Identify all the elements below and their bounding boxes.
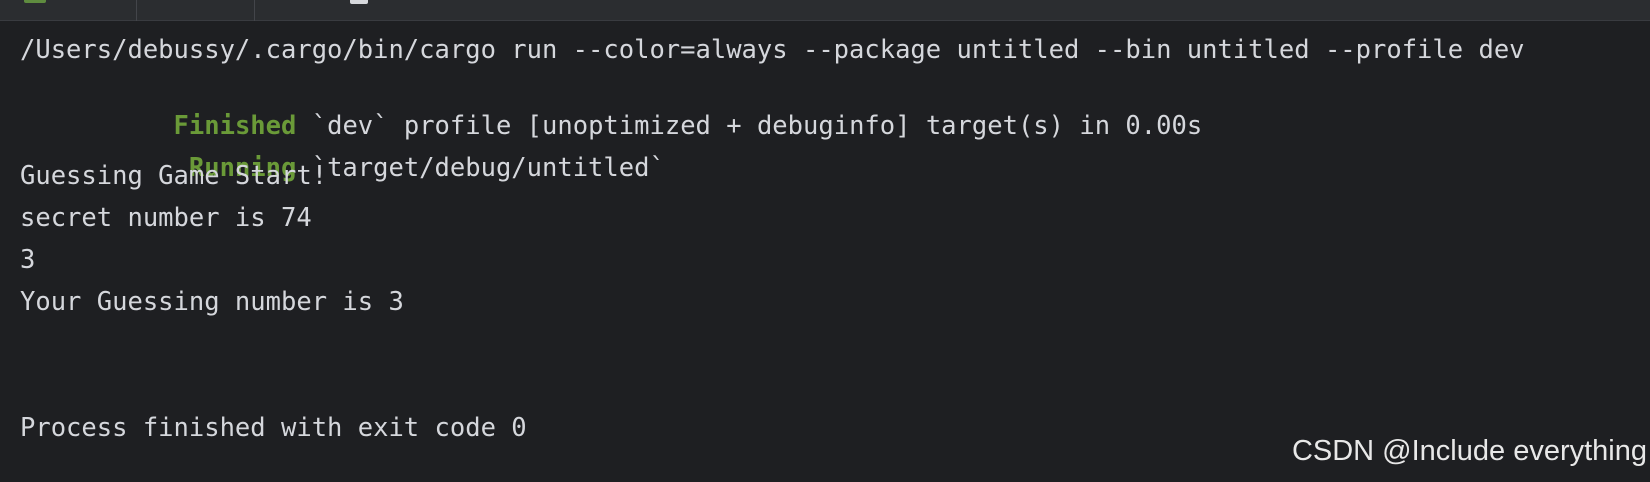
output-line: secret number is 74: [20, 203, 312, 233]
finished-line: Finished `dev` profile [unoptimized + de…: [20, 75, 1203, 141]
secondary-tab[interactable]: [137, 0, 368, 21]
command-line: /Users/debussy/.cargo/bin/cargo run --co…: [20, 35, 1525, 65]
output-line: Your Guessing number is 3: [20, 287, 404, 317]
csdn-watermark: CSDN @Include everything: [1291, 435, 1647, 467]
output-line: Guessing Game Start!: [20, 161, 328, 191]
console-output[interactable]: /Users/debussy/.cargo/bin/cargo run --co…: [0, 22, 1650, 482]
run-tab[interactable]: [0, 0, 137, 21]
run-tab-indicator: [24, 0, 46, 3]
running-line: Running `target/debug/untitled`: [20, 117, 665, 183]
running-message: `target/debug/untitled`: [311, 153, 665, 183]
output-line: 3: [20, 245, 36, 275]
tab-icon-fragment: [350, 0, 368, 4]
tool-window-tab-strip: [0, 0, 1650, 21]
process-exit-line: Process finished with exit code 0: [20, 413, 527, 443]
run-console-window: /Users/debussy/.cargo/bin/cargo run --co…: [0, 0, 1650, 482]
